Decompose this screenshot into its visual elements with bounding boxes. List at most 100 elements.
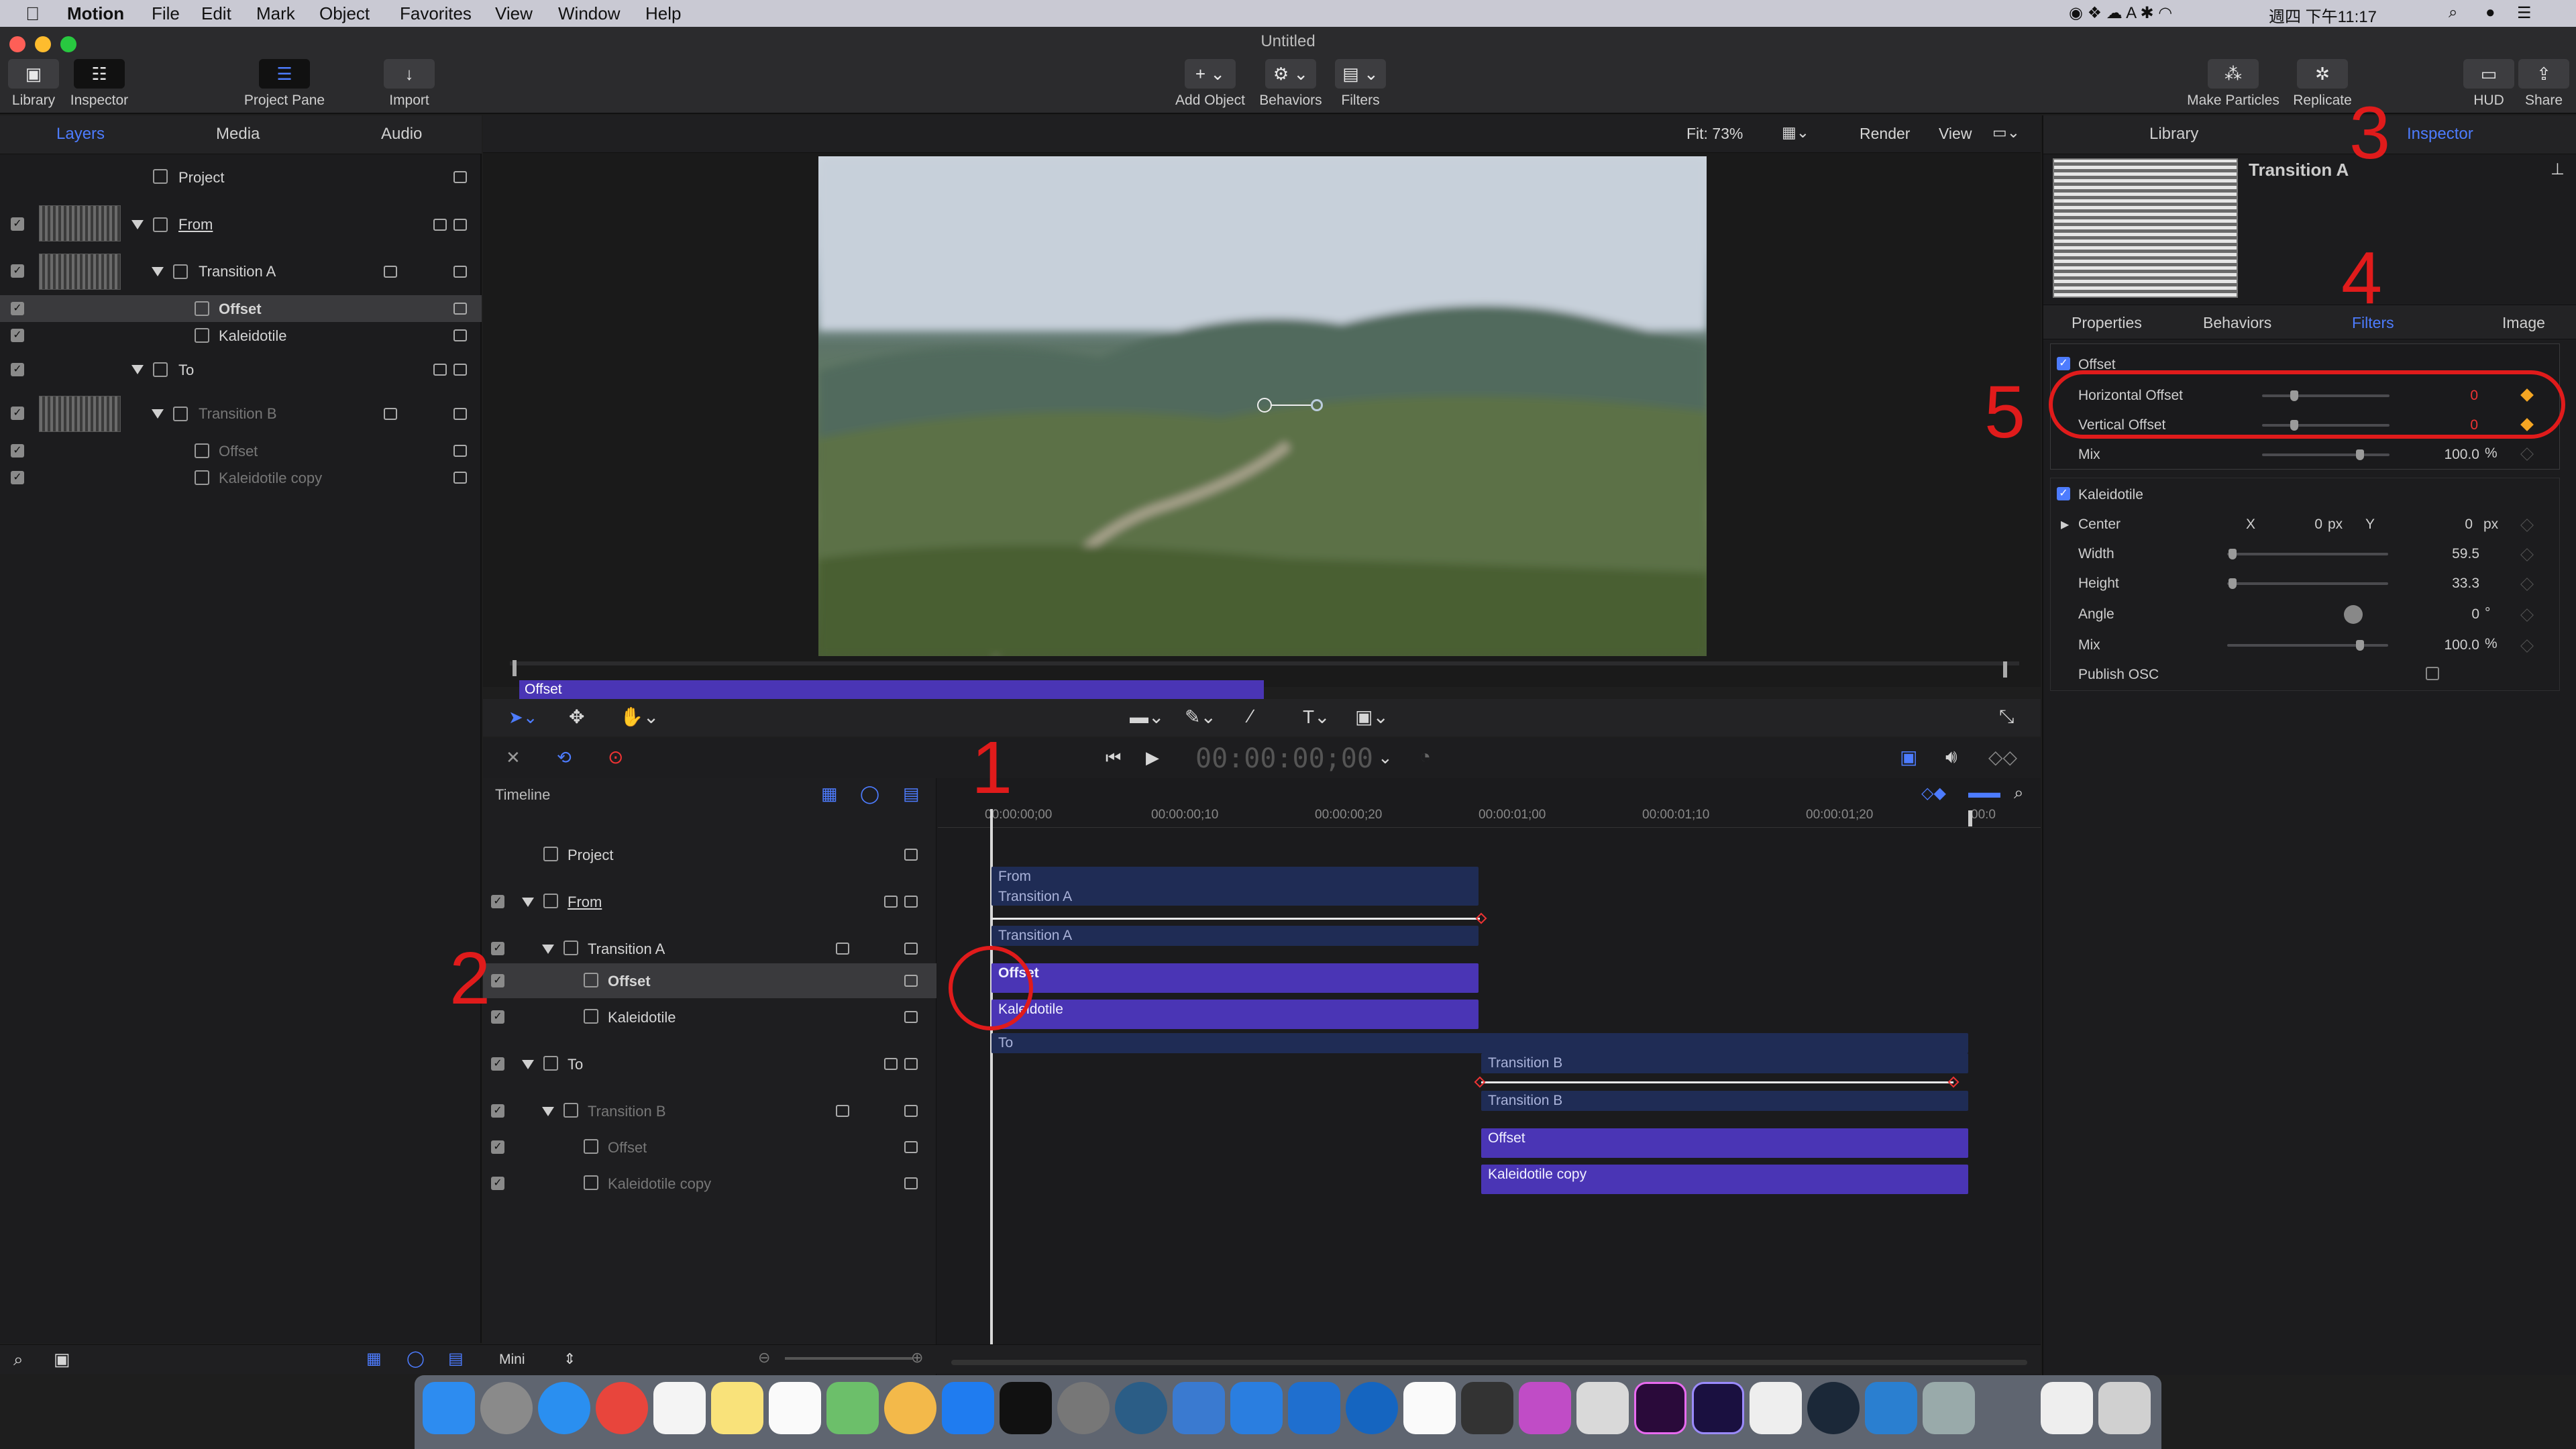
app-store-icon[interactable]	[942, 1382, 994, 1434]
reminders-icon[interactable]	[769, 1382, 821, 1434]
show-filters-icon[interactable]: ▤	[448, 1349, 464, 1368]
disclosure-triangle-icon[interactable]	[542, 945, 554, 954]
bar-offset-a[interactable]: Offset	[991, 963, 1479, 993]
import-button[interactable]: ↓ Import	[384, 59, 435, 109]
tab-layers[interactable]: Layers	[56, 125, 105, 144]
bar-from[interactable]: From Transition A	[991, 867, 1479, 906]
mini-dropdown[interactable]: Mini	[499, 1352, 525, 1368]
siri-icon[interactable]: ●	[2485, 3, 2496, 22]
search-icon[interactable]: ⌕	[13, 1349, 23, 1371]
spotlight-icon[interactable]: ⌕	[2449, 3, 2457, 22]
keyframe-diamond-icon[interactable]	[2520, 548, 2534, 561]
tab-media[interactable]: Media	[216, 125, 260, 144]
text-tool-icon[interactable]: T⌄	[1303, 706, 1330, 728]
maps-icon[interactable]	[826, 1382, 879, 1434]
motion-icon[interactable]	[1519, 1382, 1571, 1434]
show-behaviors-icon[interactable]: ◯	[407, 1349, 425, 1368]
mini-timeline-bar[interactable]: Offset	[519, 680, 1264, 699]
visibility-checkbox[interactable]: ✓	[11, 407, 24, 420]
visibility-checkbox[interactable]: ✓	[11, 302, 24, 315]
anchor-handle-icon[interactable]	[1257, 398, 1272, 413]
visibility-checkbox[interactable]: ✓	[11, 264, 24, 278]
timeline-row-transition-b[interactable]: ✓ Transition B	[483, 1093, 936, 1128]
disclosure-triangle-icon[interactable]	[522, 1060, 534, 1069]
tab-inspector[interactable]: Inspector	[2407, 125, 2473, 144]
bar-transition-a[interactable]: Transition A	[991, 926, 1479, 946]
location-icon[interactable]	[1346, 1382, 1398, 1434]
visibility-checkbox[interactable]: ✓	[491, 1104, 504, 1118]
launchpad-icon[interactable]	[480, 1382, 533, 1434]
tab-audio[interactable]: Audio	[381, 125, 422, 144]
trash-icon[interactable]	[2098, 1382, 2151, 1434]
layout-dropdown-icon[interactable]: ▭⌄	[1992, 123, 2020, 142]
after-effects-icon[interactable]	[1692, 1382, 1744, 1434]
files-icon[interactable]	[1230, 1382, 1283, 1434]
disclosure-triangle-icon[interactable]	[152, 267, 164, 276]
zoom-out-icon[interactable]: ⊖	[758, 1349, 770, 1366]
notes-icon[interactable]	[711, 1382, 763, 1434]
audio-timeline-icon[interactable]: ▬▬	[1968, 784, 2000, 802]
visibility-checkbox[interactable]: ✓	[11, 471, 24, 484]
keyframe-diamond-icon[interactable]	[2520, 447, 2534, 461]
make-particles-button[interactable]: ⁂ Make Particles	[2183, 59, 2284, 109]
kaleidotile-mix-slider[interactable]	[2227, 644, 2388, 647]
lock-icon[interactable]	[904, 849, 918, 861]
mini-playhead[interactable]	[513, 660, 517, 676]
lock-icon[interactable]	[904, 1177, 918, 1189]
timeline-toggle-icon[interactable]: ▣	[1900, 746, 1917, 768]
keyframe-editor-icon[interactable]: ◇◆	[1921, 784, 1946, 803]
zoom-slider[interactable]	[785, 1357, 912, 1360]
timecode-display[interactable]: 00:00:00;00	[1195, 743, 1373, 774]
fullscreen-icon[interactable]: ⤡	[1999, 706, 2014, 728]
show-filters-icon[interactable]: ▤	[903, 784, 920, 804]
menu-clock[interactable]: 週四 下午11:17	[2269, 3, 2377, 27]
lock-icon[interactable]	[453, 472, 467, 484]
visibility-checkbox[interactable]: ✓	[491, 1177, 504, 1190]
add-object-button[interactable]: + ⌄ Add Object	[1171, 59, 1249, 109]
width-value[interactable]: 59.5	[2399, 546, 2479, 562]
layer-row-kaleidotile-a[interactable]: ✓ Kaleidotile	[0, 322, 482, 349]
calendar-icon[interactable]	[653, 1382, 706, 1434]
mail-icon[interactable]	[1576, 1382, 1629, 1434]
go-to-start-icon[interactable]: ⏮	[1106, 747, 1121, 769]
keyframe-curve-b[interactable]	[1481, 1081, 1953, 1083]
lock-icon[interactable]	[453, 303, 467, 315]
bar-offset-b[interactable]: Offset	[1481, 1128, 1968, 1158]
share-button[interactable]: ⇪ Share	[2518, 59, 2569, 109]
timeline-ruler[interactable]: 00:00:00;00 00:00:00;10 00:00:00;20 00:0…	[938, 804, 2041, 828]
inspector-button[interactable]: ☷ Inspector	[67, 59, 131, 109]
angle-dial[interactable]	[2344, 605, 2363, 624]
hud-button[interactable]: ▭ HUD	[2463, 59, 2514, 109]
quicktime-icon[interactable]	[1115, 1382, 1167, 1434]
slider-knob[interactable]	[2356, 640, 2364, 651]
lock-icon[interactable]	[904, 943, 918, 955]
lock-icon[interactable]	[904, 896, 918, 908]
tab-properties[interactable]: Properties	[2072, 314, 2142, 332]
project-pane-button[interactable]: ☰ Project Pane	[240, 59, 329, 109]
offset-mix-value[interactable]: 100.0	[2399, 447, 2479, 463]
bar-kaleidotile-copy[interactable]: Kaleidotile copy	[1481, 1165, 1968, 1194]
dropdown-chevron-icon[interactable]: ⇕	[564, 1350, 576, 1368]
pin-icon[interactable]: ⊥	[2551, 160, 2565, 179]
lock-icon[interactable]	[904, 1141, 918, 1153]
transform-tool-icon[interactable]: ✥	[569, 706, 584, 728]
visibility-checkbox[interactable]: ✓	[491, 942, 504, 955]
visibility-checkbox[interactable]: ✓	[11, 217, 24, 231]
menu-favorites[interactable]: Favorites	[400, 3, 472, 24]
shape-tool-icon[interactable]: ▬⌄	[1130, 706, 1164, 728]
width-slider[interactable]	[2227, 553, 2388, 555]
disclosure-triangle-icon[interactable]	[152, 409, 164, 419]
library-button[interactable]: ▣ Library	[8, 59, 59, 109]
show-behaviors-icon[interactable]: ◯	[860, 784, 879, 804]
premiere-icon[interactable]	[1634, 1382, 1686, 1434]
terminal-icon[interactable]	[1000, 1382, 1052, 1434]
height-value[interactable]: 33.3	[2399, 576, 2479, 592]
finder-icon[interactable]	[423, 1382, 475, 1434]
photos-icon[interactable]	[884, 1382, 936, 1434]
behaviors-button[interactable]: ⚙ ⌄ Behaviors	[1256, 59, 1326, 109]
timeline-row-offset-a[interactable]: ✓ Offset	[483, 963, 936, 998]
timeline-row-transition-a[interactable]: ✓ Transition A	[483, 931, 936, 966]
offset-enable-checkbox[interactable]: ✓	[2057, 357, 2070, 370]
disclosure-triangle-icon[interactable]: ▶	[2061, 518, 2069, 531]
menu-edit[interactable]: Edit	[201, 3, 231, 24]
